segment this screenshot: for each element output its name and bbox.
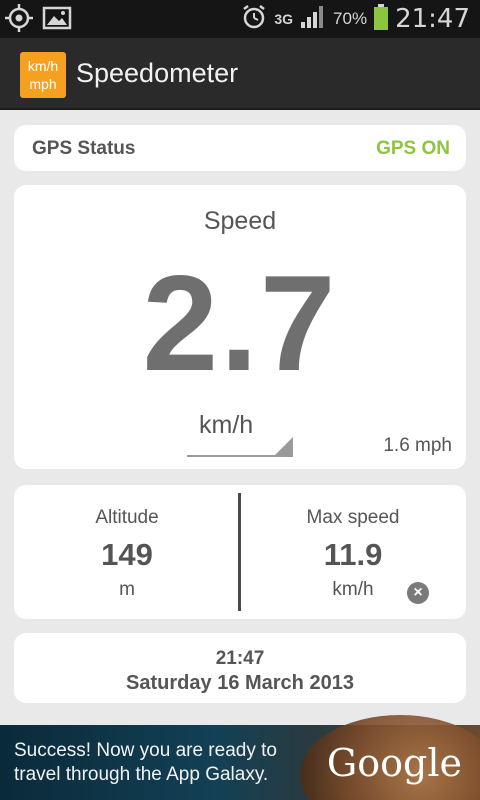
app-icon-bottom-label: mph (29, 76, 57, 92)
max-speed-panel: Max speed 11.9 km/h (240, 485, 466, 619)
max-speed-value: 11.9 (323, 537, 383, 572)
ad-banner[interactable]: Success! Now you are ready to travel thr… (0, 715, 480, 800)
speed-title: Speed (203, 207, 277, 235)
gps-status-label: GPS Status (32, 138, 136, 159)
status-right: 3G 70% 21:47 (240, 0, 470, 38)
ad-text: Success! Now you are ready to travel thr… (14, 740, 277, 785)
altitude-unit: m (119, 579, 135, 600)
battery-icon (373, 3, 389, 36)
gps-status-value: GPS ON (376, 138, 450, 159)
reset-max-speed-button[interactable]: × (407, 582, 429, 604)
stats-card: Altitude 149 m Max speed 11.9 km/h × (14, 485, 466, 619)
speed-unit-label: km/h (199, 411, 254, 439)
speed-value: 2.7 (142, 247, 338, 399)
dropdown-caret-icon (275, 437, 293, 455)
battery-percent: 70% (333, 9, 368, 28)
app-title: Speedometer (76, 58, 239, 88)
speed-alternate-value: 1.6 mph (383, 435, 452, 456)
speed-card: Speed 2.7 km/h 1.6 mph (14, 185, 466, 469)
max-speed-label: Max speed (306, 507, 400, 528)
signal-icon (299, 4, 327, 35)
gallery-icon (42, 5, 72, 36)
app-icon-top-label: km/h (27, 58, 59, 74)
alarm-icon (240, 3, 268, 36)
gps-status-card: GPS Status GPS ON (14, 125, 466, 171)
datetime-card: 21:47 Saturday 16 March 2013 (14, 633, 466, 703)
status-left (4, 3, 72, 38)
altitude-value: 149 (101, 537, 153, 572)
clock: 21:47 (395, 4, 470, 34)
current-time: 21:47 (215, 648, 265, 669)
ad-brand-logo: Google (326, 741, 462, 785)
max-speed-unit: km/h (332, 579, 374, 600)
altitude-label: Altitude (95, 507, 159, 528)
speed-unit-dropdown[interactable]: km/h (187, 405, 293, 457)
status-bar: 3G 70% 21:47 (0, 0, 480, 38)
action-bar: km/h mph Speedometer (0, 38, 480, 110)
close-icon: × (413, 584, 423, 601)
current-date: Saturday 16 March 2013 (126, 672, 354, 694)
gps-icon (4, 3, 34, 38)
network-type: 3G (274, 11, 294, 27)
altitude-panel: Altitude 149 m (14, 485, 240, 619)
app-icon[interactable]: km/h mph (20, 52, 66, 98)
